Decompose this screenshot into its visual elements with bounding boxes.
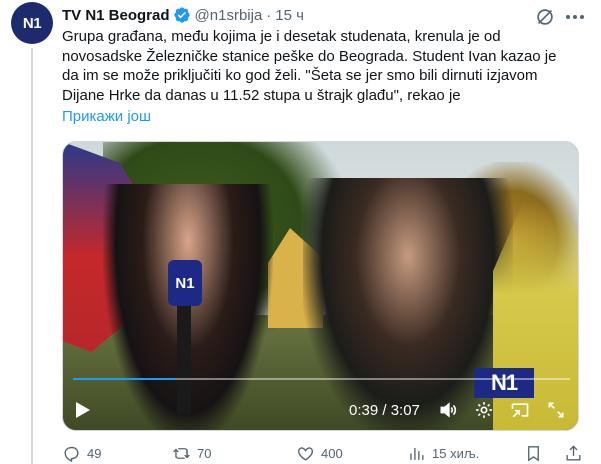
retweet-count: 70 [197,445,212,461]
volume-icon[interactable] [437,399,459,421]
video-time-readout: 0:39 / 3:07 [349,402,420,419]
pip-icon[interactable] [509,399,531,421]
like-icon [298,446,313,461]
show-more-link[interactable]: Прикажи још [62,108,151,125]
retweet-icon [173,447,190,459]
video-progress-bar[interactable] [73,378,570,380]
verified-icon [173,6,191,24]
fullscreen-icon[interactable] [545,399,567,421]
share-button[interactable] [564,442,583,464]
share-icon [566,444,581,461]
reply-count: 49 [87,445,102,461]
views-button[interactable]: 15 хиљ. [407,442,479,464]
tweet-text: Grupa građana, među kojima je i desetak … [62,28,557,104]
tweet[interactable]: N1 TV N1 Beograd @n1srbija · 15 ч Grupa … [0,0,601,464]
video-progress-fill [73,378,177,380]
more-icon[interactable] [563,6,587,28]
channel-logo: N1 [474,368,534,398]
author-name[interactable]: TV N1 Beograd [62,7,170,24]
play-icon[interactable] [73,400,93,420]
microphone-logo: N1 [175,274,195,292]
views-count: 15 хиљ. [432,445,480,461]
author-handle[interactable]: @n1srbija [195,7,263,24]
settings-icon[interactable] [473,399,495,421]
like-button[interactable]: 400 [296,442,343,464]
separator-dot: · [266,6,272,24]
reply-button[interactable]: 49 [62,442,101,464]
channel-logo-text: N1 [490,370,518,395]
microphone-handle [177,304,191,414]
reply-icon [64,446,79,462]
avatar[interactable]: N1 [11,2,53,44]
tweet-actions: 49 70 400 15 хиљ. [62,442,587,464]
tweet-time[interactable]: 15 ч [275,7,304,24]
bookmark-icon [528,445,539,462]
grok-icon[interactable] [534,6,556,28]
avatar-logo-text: N1 [22,14,42,32]
bookmark-button[interactable] [524,442,543,464]
video-player[interactable]: N1 N1 0:39 / 3:07 [62,141,579,431]
views-icon [410,447,424,460]
tweet-header: TV N1 Beograd @n1srbija · 15 ч [62,4,304,26]
thread-line [31,48,33,464]
like-count: 400 [321,445,343,461]
microphone: N1 [168,260,202,306]
retweet-button[interactable]: 70 [172,442,211,464]
